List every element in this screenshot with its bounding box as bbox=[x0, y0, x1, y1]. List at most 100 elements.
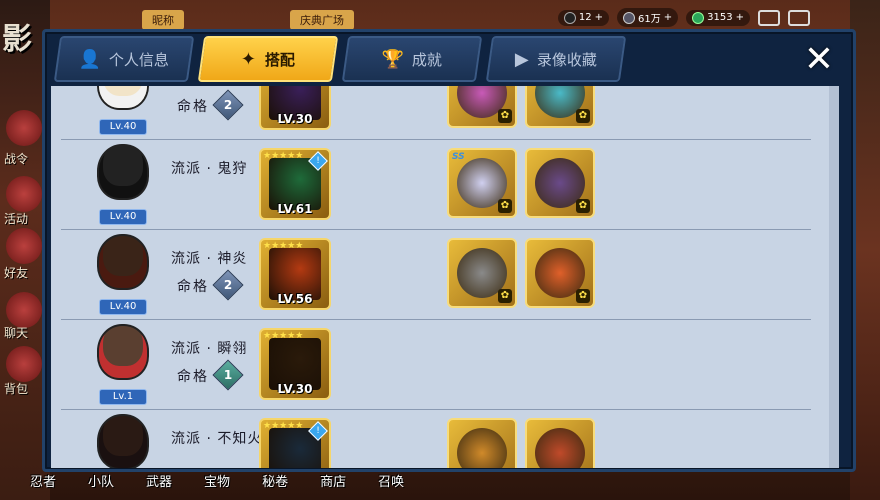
ninja-avatar[interactable] bbox=[91, 234, 155, 298]
tab-achievements[interactable]: 🏆 成就 bbox=[341, 36, 483, 82]
ss-label: SS bbox=[452, 152, 465, 162]
plaza-banner[interactable]: 庆典广场 bbox=[290, 10, 354, 30]
side-icon-battlepass[interactable] bbox=[6, 110, 42, 146]
play-icon: ▶ bbox=[515, 48, 529, 70]
diamond-label: ! bbox=[316, 426, 320, 436]
tab-profile[interactable]: 👤 个人信息 bbox=[53, 36, 195, 82]
nav-summon[interactable]: 召唤 bbox=[378, 471, 404, 490]
side-label-bag[interactable]: 背包 bbox=[4, 380, 28, 397]
ninja-avatar[interactable] bbox=[91, 86, 155, 118]
treasure-type-icon: ✿ bbox=[576, 289, 590, 303]
destiny-rank-value: 1 bbox=[223, 368, 233, 382]
diamond-label: ! bbox=[316, 156, 320, 166]
ninja-avatar[interactable] bbox=[91, 324, 155, 388]
resource-3[interactable]: 3153 + bbox=[686, 9, 750, 26]
destiny-label: 命格 bbox=[177, 99, 209, 115]
side-label-chat[interactable]: 聊天 bbox=[4, 324, 28, 341]
treasure-slot-2[interactable]: ✿ bbox=[525, 86, 595, 128]
level-badge: Lv.40 bbox=[99, 209, 147, 225]
resource-3-value: 3153 bbox=[707, 12, 733, 23]
style-name: 流派 · 不知火 bbox=[171, 431, 263, 447]
side-icon-bag[interactable] bbox=[6, 346, 42, 382]
avatar-face bbox=[99, 326, 147, 378]
treasure-slot-1[interactable]: ✿ bbox=[447, 418, 517, 468]
nav-treasure[interactable]: 宝物 bbox=[204, 471, 230, 490]
add-icon: + bbox=[735, 12, 744, 23]
weapon-level: LV.30 bbox=[277, 112, 313, 126]
resource-2-value: 61万 bbox=[638, 14, 661, 25]
nav-ninja[interactable]: 忍者 bbox=[30, 471, 56, 490]
treasure-slot-2[interactable]: ✿ bbox=[525, 238, 595, 308]
nickname-banner: 昵称 bbox=[142, 10, 184, 30]
weapon-slot[interactable]: ★★★★★ ! LV.61 bbox=[259, 148, 331, 220]
weapon-level: LV.30 bbox=[277, 382, 313, 396]
tab-loadout-label: 搭配 bbox=[264, 50, 295, 69]
tab-replays[interactable]: ▶ 录像收藏 bbox=[485, 36, 627, 82]
avatar-face bbox=[99, 86, 147, 108]
side-icon-friends[interactable] bbox=[6, 228, 42, 264]
treasure-type-icon: ✿ bbox=[576, 199, 590, 213]
style-name: 流派 · 绯斩 bbox=[171, 86, 247, 88]
style-name: 流派 · 神炎 bbox=[171, 251, 248, 267]
weapon-level: LV.56 bbox=[277, 292, 313, 306]
star-rating-icon: ★★★★★ bbox=[263, 241, 304, 251]
loadout-row[interactable]: Lv.40 流派 · 鬼狩 ★★★★★ ! LV.61 SS ✿ ✿ bbox=[61, 140, 811, 230]
nav-scroll[interactable]: 秘卷 bbox=[262, 471, 288, 490]
add-icon: + bbox=[663, 12, 673, 23]
side-label-friends[interactable]: 好友 bbox=[4, 264, 28, 281]
weapon-slot[interactable]: ★★★★★ LV.56 bbox=[259, 238, 331, 310]
menu-icon[interactable] bbox=[788, 9, 810, 26]
gem-icon bbox=[692, 11, 705, 24]
person-icon: 👤 bbox=[78, 48, 102, 70]
star-rating-icon: ★★★★★ bbox=[263, 331, 304, 341]
treasure-slot-2[interactable]: ✿ bbox=[525, 148, 595, 218]
nav-shop[interactable]: 商店 bbox=[320, 471, 346, 490]
resource-2[interactable]: 61万 + bbox=[617, 8, 679, 27]
tab-achievements-label: 成就 bbox=[412, 50, 443, 69]
ninja-avatar[interactable] bbox=[91, 414, 155, 468]
nav-weapons[interactable]: 武器 bbox=[146, 471, 172, 490]
tab-profile-label: 个人信息 bbox=[109, 50, 170, 69]
avatar-face bbox=[99, 416, 147, 468]
treasure-slot-2[interactable]: ✿ bbox=[525, 418, 595, 468]
level-badge: Lv.1 bbox=[99, 389, 147, 405]
tab-loadout[interactable]: ✦ 搭配 bbox=[197, 36, 339, 82]
loadout-row[interactable]: Lv.1 流派 · 瞬翎 命格 1 ★★★★★ LV.30 bbox=[61, 320, 811, 410]
weapon-slot[interactable]: ★★★★★ ! bbox=[259, 418, 331, 468]
treasure-type-icon: ✿ bbox=[576, 109, 590, 123]
destiny-label: 命格 bbox=[177, 279, 209, 295]
treasure-slot-1[interactable]: ✿ bbox=[447, 86, 517, 128]
ninja-avatar[interactable] bbox=[91, 144, 155, 208]
loadout-row[interactable]: Lv.40 流派 · 绯斩命格 2 ★★★★★ LV.30 ✿ ✿ bbox=[61, 86, 811, 140]
close-button[interactable]: ✕ bbox=[799, 40, 839, 80]
loadout-row[interactable]: Lv.40 流派 · 神炎命格 2 ★★★★★ LV.56 ✿ ✿ bbox=[61, 230, 811, 320]
treasure-slot-1[interactable]: ✿ bbox=[447, 238, 517, 308]
weapon-slot[interactable]: ★★★★★ LV.30 bbox=[259, 328, 331, 400]
weapon-slot[interactable]: ★★★★★ LV.30 bbox=[259, 86, 331, 130]
loadout-list[interactable]: Lv.40 流派 · 绯斩命格 2 ★★★★★ LV.30 ✿ ✿ Lv.40 流派 … bbox=[51, 86, 839, 468]
star-rating-icon: ★★★★★ bbox=[263, 151, 304, 161]
side-label-battlepass[interactable]: 战令 bbox=[4, 150, 28, 167]
style-name: 流派 · 瞬翎 bbox=[171, 341, 248, 357]
profile-panel: 👤 个人信息 ✦ 搭配 🏆 成就 ▶ 录像收藏 ✕ Lv.40 流派 · 绯斩命格… bbox=[42, 29, 856, 472]
tab-replays-label: 录像收藏 bbox=[536, 50, 597, 69]
add-icon: + bbox=[594, 12, 604, 23]
treasure-type-icon: ✿ bbox=[498, 109, 512, 123]
treasure-art bbox=[457, 428, 507, 468]
destiny-rank-value: 2 bbox=[223, 278, 233, 292]
level-badge: Lv.40 bbox=[99, 299, 147, 315]
treasure-type-icon: ✿ bbox=[498, 289, 512, 303]
mail-icon[interactable] bbox=[758, 9, 780, 26]
nav-squad[interactable]: 小队 bbox=[88, 471, 114, 490]
bottom-navigation: 忍者 小队 武器 宝物 秘卷 商店 召唤 bbox=[30, 471, 404, 490]
side-label-event[interactable]: 活动 bbox=[4, 210, 28, 227]
resource-1[interactable]: 12 + bbox=[557, 9, 610, 26]
side-icon-chat[interactable] bbox=[6, 292, 42, 328]
treasure-slot-1[interactable]: SS ✿ bbox=[447, 148, 517, 218]
loadout-row[interactable]: 流派 · 不知火 ★★★★★ ! ✿ ✿ bbox=[61, 410, 811, 468]
tab-bar: 👤 个人信息 ✦ 搭配 🏆 成就 ▶ 录像收藏 bbox=[53, 36, 627, 82]
avatar-face bbox=[99, 146, 147, 198]
side-icon-event[interactable] bbox=[6, 176, 42, 212]
star-rating-icon: ★★★★★ bbox=[263, 421, 304, 431]
destiny-rank-icon: 2 bbox=[212, 269, 244, 301]
